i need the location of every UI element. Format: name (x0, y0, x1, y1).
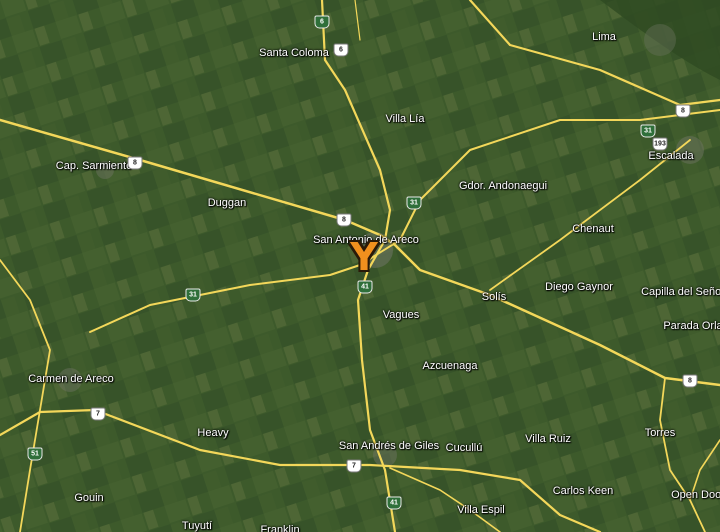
place-label[interactable]: Gouin (74, 492, 103, 504)
route-shield: 8 (127, 156, 143, 170)
route-shield: 31 (406, 196, 422, 210)
route-shield: 51 (27, 447, 43, 461)
place-label[interactable]: Capilla del Señor (641, 286, 720, 298)
place-label[interactable]: Tuyutí (182, 520, 212, 532)
place-label[interactable]: Cucullú (446, 442, 483, 454)
place-label[interactable]: Gdor. Andonaegui (459, 180, 547, 192)
place-label[interactable]: Vagues (383, 309, 420, 321)
route-shield: 31 (185, 288, 201, 302)
place-label[interactable]: Cap. Sarmiento (56, 160, 132, 172)
place-label[interactable]: Diego Gaynor (545, 281, 613, 293)
place-label[interactable]: Duggan (208, 197, 247, 209)
place-label[interactable]: Open Door (671, 489, 720, 501)
place-label[interactable]: Lima (592, 31, 616, 43)
route-shield: 7 (90, 407, 106, 421)
place-label[interactable]: Santa Coloma (259, 47, 329, 59)
place-label[interactable]: Heavy (197, 427, 228, 439)
place-label[interactable]: Franklin (260, 524, 299, 532)
route-shield: 6 (314, 15, 330, 29)
route-shield: 7 (346, 459, 362, 473)
route-shield: 31 (640, 124, 656, 138)
place-label[interactable]: Azcuenaga (422, 360, 477, 372)
place-label[interactable]: Solís (482, 291, 506, 303)
place-label[interactable]: Villa Espil (457, 504, 505, 516)
place-label[interactable]: Torres (645, 427, 676, 439)
place-label[interactable]: San Andrés de Giles (339, 440, 439, 452)
route-shield: 6 (333, 43, 349, 57)
route-shield: 8 (675, 104, 691, 118)
route-shield: 41 (386, 496, 402, 510)
location-marker-icon[interactable]: Y (350, 238, 378, 276)
place-label[interactable]: Villa Ruiz (525, 433, 571, 445)
route-shield: 8 (682, 374, 698, 388)
satellite-map[interactable]: Santa Coloma Lima Villa Lía Cap. Sarmien… (0, 0, 720, 532)
place-label[interactable]: Parada Orla (663, 320, 720, 332)
place-label[interactable]: Villa Lía (386, 113, 425, 125)
route-shield: 8 (336, 213, 352, 227)
route-shield: 193 (652, 137, 668, 151)
place-label[interactable]: Carlos Keen (553, 485, 614, 497)
place-label[interactable]: Chenaut (572, 223, 614, 235)
route-shield: 41 (357, 280, 373, 294)
place-label[interactable]: Escalada (648, 150, 693, 162)
place-label[interactable]: Carmen de Areco (28, 373, 114, 385)
